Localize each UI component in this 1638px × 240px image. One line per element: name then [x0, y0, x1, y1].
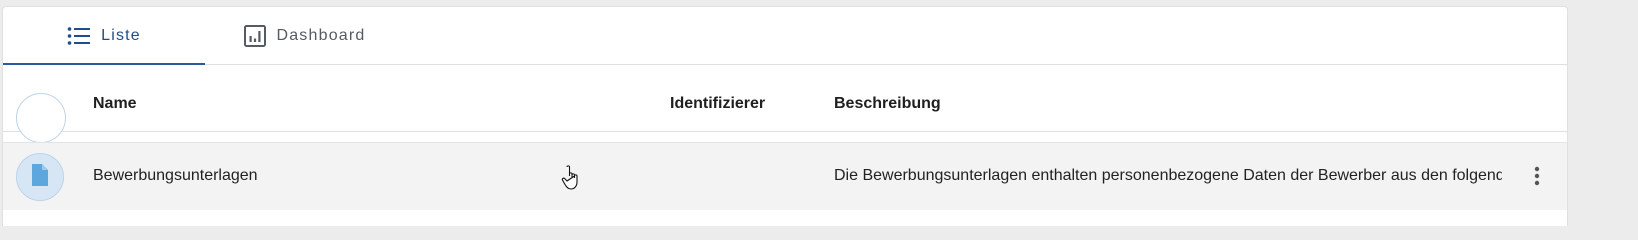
hand-cursor-icon: [561, 165, 581, 196]
more-options-icon[interactable]: [1525, 163, 1549, 189]
previous-row-avatar: [16, 93, 66, 143]
column-header-beschreibung[interactable]: Beschreibung: [834, 95, 941, 113]
tab-liste-label: Liste: [101, 26, 141, 44]
document-icon: [30, 163, 50, 192]
content-panel: Liste Dashboard Name Identifizierer Besc…: [2, 6, 1568, 226]
dashboard-icon: [244, 24, 267, 47]
row-name: Bewerbungsunterlagen: [93, 167, 258, 184]
row-description: Die Bewerbungsunterlagen enthalten perso…: [834, 167, 1502, 184]
table-body-remainder: [3, 210, 1567, 226]
row-avatar: [16, 153, 64, 201]
list-icon: [67, 26, 91, 46]
tab-bar: Liste Dashboard: [3, 7, 1567, 65]
column-header-name[interactable]: Name: [93, 95, 137, 113]
tab-dashboard-label: Dashboard: [276, 26, 366, 44]
tab-liste[interactable]: Liste: [3, 7, 205, 64]
tab-dashboard[interactable]: Dashboard: [205, 7, 405, 64]
table-header: Name Identifizierer Beschreibung: [3, 65, 1567, 132]
column-header-identifizierer[interactable]: Identifizierer: [670, 95, 765, 113]
table-row[interactable]: Bewerbungsunterlagen Die Bewerbungsunter…: [3, 142, 1567, 211]
